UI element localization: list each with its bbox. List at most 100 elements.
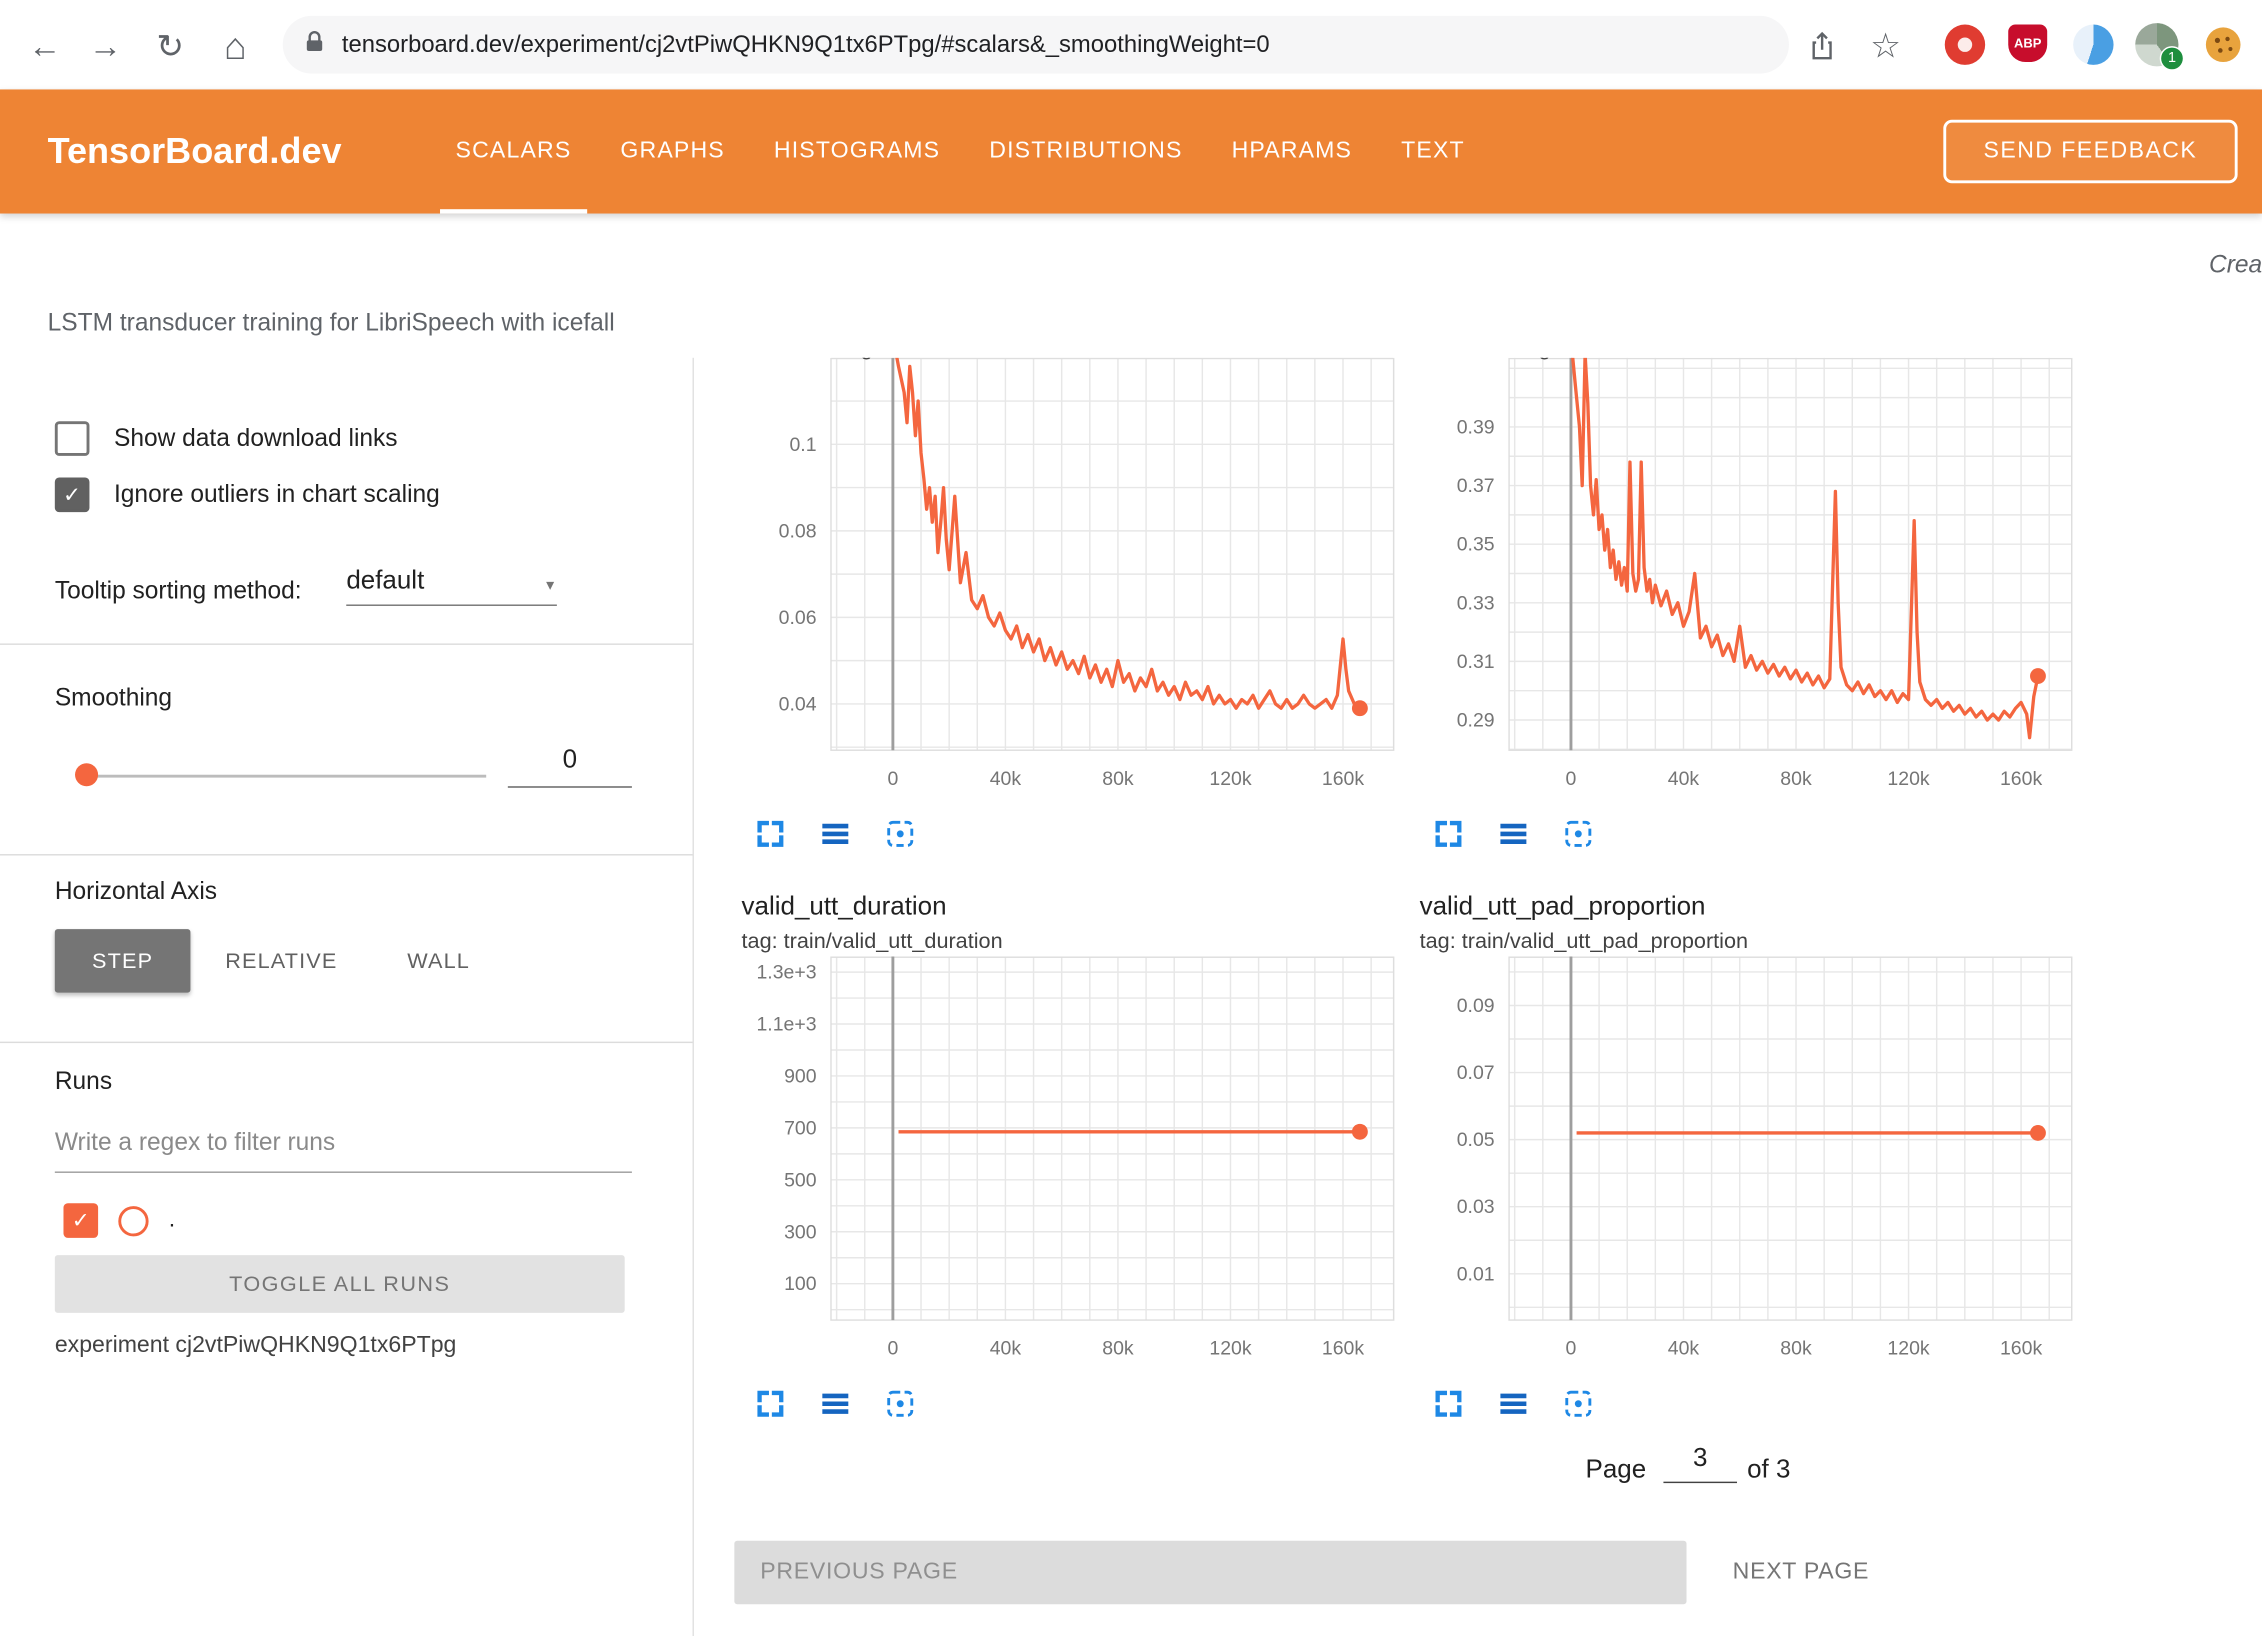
- tooltip-sorting-value: default: [346, 566, 424, 595]
- forward-icon[interactable]: →: [81, 22, 130, 71]
- tab-histograms[interactable]: HISTOGRAMS: [749, 89, 964, 213]
- svg-text:40k: 40k: [1668, 1338, 1700, 1360]
- svg-text:500: 500: [784, 1169, 817, 1191]
- svg-text:0.01: 0.01: [1457, 1263, 1495, 1285]
- svg-text:0.37: 0.37: [1457, 475, 1495, 497]
- avatar[interactable]: 1: [2135, 23, 2178, 66]
- adblock-extension-icon[interactable]: [1945, 25, 1985, 65]
- address-bar[interactable]: tensorboard.dev/experiment/cj2vtPiwQHKN9…: [283, 16, 1789, 74]
- tab-graphs[interactable]: GRAPHS: [596, 89, 749, 213]
- ignore-outliers-label: Ignore outliers in chart scaling: [114, 480, 440, 509]
- check-icon: ✓: [63, 482, 81, 508]
- svg-text:900: 900: [784, 1065, 817, 1087]
- ignore-outliers-checkbox[interactable]: ✓: [55, 478, 90, 513]
- url-text[interactable]: tensorboard.dev/experiment/cj2vtPiwQHKN9…: [342, 31, 1270, 58]
- check-icon: ✓: [72, 1208, 90, 1234]
- svg-text:120k: 120k: [1209, 1338, 1251, 1360]
- abp-extension-icon[interactable]: ABP: [2008, 25, 2047, 63]
- runs-regex-input[interactable]: [55, 1128, 632, 1173]
- smoothing-slider-track[interactable]: [76, 775, 486, 778]
- chart-tag: tag: train/valid_utt_pad_proportion: [1420, 928, 2081, 957]
- charts-panel: tag: train/… 0 40k 80k 120k 160k 0.04 0.06 0.08…: [695, 358, 2262, 1636]
- divider: [0, 854, 692, 855]
- fit-domain-icon[interactable]: [1561, 1386, 1596, 1421]
- previous-page-button[interactable]: PREVIOUS PAGE: [734, 1541, 1686, 1604]
- expand-chart-icon[interactable]: [753, 1386, 788, 1421]
- line-chart[interactable]: 040k80k120k160k0.290.310.330.350.370.39: [1408, 358, 2080, 799]
- cookie-extension-icon[interactable]: [2203, 25, 2243, 65]
- axis-step-button[interactable]: STEP: [55, 929, 191, 992]
- toggle-all-runs-button[interactable]: TOGGLE ALL RUNS: [55, 1255, 625, 1313]
- clipped-create-text: Crea: [2209, 251, 2262, 280]
- tab-scalars[interactable]: SCALARS: [431, 89, 596, 213]
- tab-hparams[interactable]: HPARAMS: [1207, 89, 1377, 213]
- run-color-circle[interactable]: [118, 1205, 148, 1235]
- chart-card: valid_utt_duration tag: train/valid_utt_…: [730, 889, 1402, 1421]
- tab-text[interactable]: TEXT: [1377, 89, 1490, 213]
- tooltip-sorting-select[interactable]: default ▾: [346, 566, 557, 606]
- fit-domain-icon[interactable]: [883, 1386, 918, 1421]
- page-number-input[interactable]: 3: [1663, 1443, 1737, 1483]
- runs-selector-icon[interactable]: [1496, 817, 1531, 852]
- home-icon[interactable]: ⌂: [211, 22, 260, 71]
- axis-wall-button[interactable]: WALL: [379, 929, 497, 992]
- svg-text:0: 0: [887, 768, 898, 790]
- runs-selector-icon[interactable]: [818, 817, 853, 852]
- expand-chart-icon[interactable]: [1431, 817, 1466, 852]
- bookmark-star-icon[interactable]: ☆: [1861, 22, 1910, 71]
- chart-toolbar: [1431, 1386, 2080, 1421]
- smoothing-value-input[interactable]: 0: [508, 744, 632, 787]
- svg-text:80k: 80k: [1780, 768, 1812, 790]
- line-chart[interactable]: 040k80k120k160k0.040.060.080.1: [730, 358, 1402, 799]
- svg-text:0.05: 0.05: [1457, 1129, 1495, 1151]
- run-checkbox[interactable]: ✓: [63, 1203, 98, 1238]
- main-nav: SCALARS GRAPHS HISTOGRAMS DISTRIBUTIONS …: [431, 89, 1489, 213]
- run-name-label: .: [169, 1208, 175, 1234]
- svg-text:0.06: 0.06: [779, 607, 817, 629]
- svg-text:120k: 120k: [1887, 768, 1929, 790]
- abp-label: ABP: [2014, 36, 2041, 50]
- show-download-checkbox[interactable]: [55, 421, 90, 456]
- fit-domain-icon[interactable]: [883, 817, 918, 852]
- chart-card: tag: train/… 040k80k120k160k0.290.310.33…: [1408, 358, 2080, 851]
- chart-toolbar: [1431, 817, 2080, 852]
- svg-text:0.08: 0.08: [779, 520, 817, 542]
- experiment-description: LSTM transducer training for LibriSpeech…: [48, 309, 615, 338]
- expand-chart-icon[interactable]: [753, 817, 788, 852]
- runs-selector-icon[interactable]: [1496, 1386, 1531, 1421]
- next-page-button[interactable]: NEXT PAGE: [1718, 1541, 1883, 1604]
- lock-icon: [303, 28, 326, 61]
- ignore-outliers-row: ✓ Ignore outliers in chart scaling: [55, 478, 440, 513]
- line-chart[interactable]: 040k80k120k160k1003005007009001.1e+31.3e…: [730, 957, 1402, 1370]
- axis-relative-button[interactable]: RELATIVE: [209, 929, 353, 992]
- brand-logo[interactable]: TensorBoard.dev: [48, 131, 342, 173]
- checker-extension-icon[interactable]: [2073, 25, 2113, 65]
- svg-text:40k: 40k: [1668, 768, 1700, 790]
- show-download-label: Show data download links: [114, 424, 398, 453]
- tab-distributions[interactable]: DISTRIBUTIONS: [965, 89, 1207, 213]
- chart-tag: tag: train/…: [1521, 358, 1633, 364]
- back-icon[interactable]: ←: [20, 22, 69, 71]
- svg-text:700: 700: [784, 1117, 817, 1139]
- svg-text:1.3e+3: 1.3e+3: [756, 962, 816, 984]
- svg-text:160k: 160k: [1322, 1338, 1364, 1360]
- chart-toolbar: [753, 817, 1402, 852]
- share-icon[interactable]: [1798, 22, 1847, 71]
- send-feedback-button[interactable]: SEND FEEDBACK: [1943, 120, 2238, 183]
- svg-text:80k: 80k: [1102, 768, 1134, 790]
- smoothing-slider-thumb[interactable]: [75, 763, 98, 786]
- svg-text:80k: 80k: [1780, 1338, 1812, 1360]
- chart-card: tag: train/… 040k80k120k160k0.040.060.08…: [730, 358, 1402, 851]
- svg-text:160k: 160k: [1322, 768, 1364, 790]
- refresh-icon[interactable]: ↻: [146, 22, 195, 71]
- svg-text:300: 300: [784, 1221, 817, 1243]
- fit-domain-icon[interactable]: [1561, 817, 1596, 852]
- svg-text:40k: 40k: [990, 1338, 1022, 1360]
- line-chart[interactable]: 040k80k120k160k0.010.030.050.070.09: [1408, 957, 2080, 1370]
- runs-selector-icon[interactable]: [818, 1386, 853, 1421]
- expand-chart-icon[interactable]: [1431, 1386, 1466, 1421]
- svg-text:160k: 160k: [2000, 768, 2042, 790]
- subheader: Crea LSTM transducer training for LibriS…: [0, 214, 2262, 358]
- svg-text:0.31: 0.31: [1457, 651, 1495, 673]
- svg-text:0.04: 0.04: [779, 693, 817, 715]
